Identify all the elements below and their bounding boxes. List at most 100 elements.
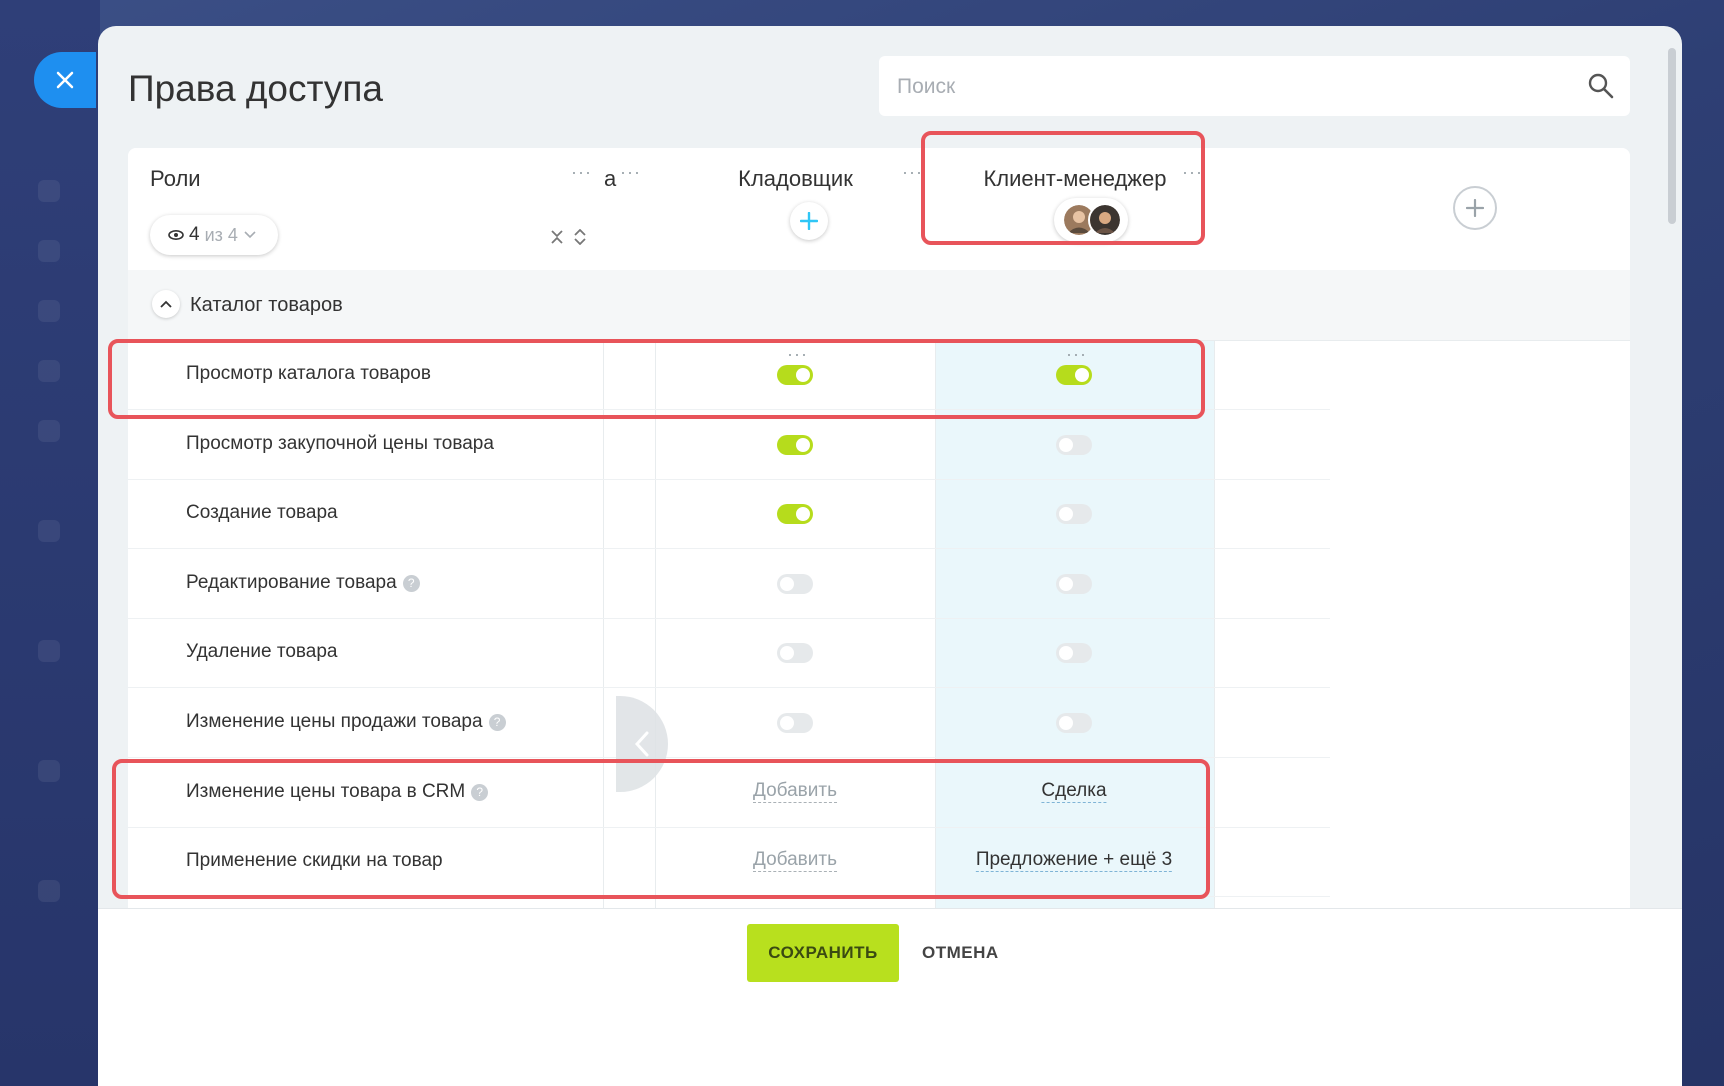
permission-row: Удаление товара <box>128 618 1330 689</box>
cancel-button[interactable]: ОТМЕНА <box>916 924 998 982</box>
plus-icon <box>800 212 818 230</box>
visible-roles-counter[interactable]: 4 из 4 <box>150 215 278 255</box>
permission-row: Изменение цены товара в CRM? Добавить Сдел… <box>128 758 1330 828</box>
toggle-knob <box>1059 576 1073 591</box>
permission-row: Изменение цены продажи товара? <box>128 688 1330 758</box>
plus-icon <box>1466 199 1484 217</box>
permission-label-text: Создание товара <box>186 502 338 524</box>
add-permission-link[interactable]: Добавить <box>753 849 837 873</box>
permission-toggle[interactable] <box>1056 573 1092 594</box>
roles-header: Роли ··· 4 из 4 а ··· Кладовщик ··· Клие… <box>128 148 1630 271</box>
add-member-button[interactable] <box>790 202 828 240</box>
permission-label: Просмотр закупочной цены товара <box>186 433 494 455</box>
permission-toggle[interactable] <box>1056 643 1092 664</box>
search-box <box>879 56 1630 118</box>
role-column-kladovshik: Кладовщик ··· <box>656 148 935 268</box>
permission-label: Применение скидки на товар <box>186 850 443 872</box>
toggle-knob <box>1059 507 1073 522</box>
role-column-klient-menedzher: Клиент-менеджер ··· <box>936 148 1214 268</box>
permission-label-text: Удаление товара <box>186 641 338 663</box>
eye-icon <box>168 230 184 240</box>
permission-row: Просмотр каталога товаров <box>128 340 1330 410</box>
chevron-left-icon <box>634 731 649 757</box>
help-icon[interactable]: ? <box>488 714 506 731</box>
avatar <box>1088 203 1122 237</box>
permission-label-text: Применение скидки на товар <box>186 850 443 872</box>
page-scrollbar[interactable] <box>1668 48 1676 224</box>
footer-bar: СОХРАНИТЬ ОТМЕНА <box>98 908 1682 1086</box>
permission-toggle[interactable] <box>777 504 813 525</box>
background-icon <box>38 180 60 202</box>
permission-toggle[interactable] <box>777 365 813 385</box>
page-title: Права доступа <box>128 68 383 109</box>
role-name-partial: а <box>604 166 617 191</box>
permission-value-link[interactable]: Предложение + ещё 3 <box>975 849 1173 873</box>
toggle-knob <box>1075 368 1089 382</box>
toggle-knob <box>780 576 794 591</box>
permission-label-text: Изменение цены продажи товара <box>186 711 483 732</box>
background-icon <box>38 300 60 322</box>
permissions-grid: Роли ··· 4 из 4 а ··· Кладовщик ··· Клие… <box>128 148 1630 1008</box>
permission-toggle[interactable] <box>777 643 813 664</box>
total-count: из 4 <box>204 224 238 245</box>
permission-toggle[interactable] <box>1056 713 1092 733</box>
background-icon <box>38 640 60 662</box>
permission-row: Просмотр закупочной цены товара <box>128 410 1330 480</box>
add-permission-link[interactable]: Добавить <box>753 780 837 803</box>
background-icon <box>38 880 60 902</box>
close-icon <box>56 71 74 89</box>
toggle-knob <box>1059 716 1073 730</box>
permission-label: Редактирование товара? <box>186 572 420 594</box>
section-header: Каталог товаров <box>128 270 1630 341</box>
permission-label-text: Изменение цены товара в CRM <box>186 780 466 802</box>
toggle-knob <box>780 716 794 730</box>
toggle-knob <box>796 437 810 452</box>
toggle-knob <box>796 507 810 522</box>
permission-label-text: Просмотр каталога товаров <box>186 363 431 384</box>
help-icon[interactable]: ? <box>402 574 420 592</box>
close-slider-button[interactable] <box>34 52 96 108</box>
chevron-down-icon <box>244 231 256 239</box>
permission-label: Просмотр каталога товаров <box>186 363 431 385</box>
permission-label: Изменение цены товара в CRM? <box>186 780 489 803</box>
role-menu-button[interactable]: ··· <box>1182 162 1203 183</box>
permission-label: Удаление товара <box>186 641 337 663</box>
permission-toggle[interactable] <box>777 434 813 455</box>
collapse-columns-icon[interactable] <box>549 229 565 245</box>
permission-label: Создание товара <box>186 502 338 524</box>
permission-label-text: Просмотр закупочной цены товара <box>186 432 494 454</box>
section-collapse-button[interactable] <box>152 290 180 318</box>
permission-label-text: Редактирование товара <box>186 571 397 593</box>
save-button[interactable]: СОХРАНИТЬ <box>747 924 899 982</box>
role-members[interactable] <box>1054 198 1128 242</box>
expand-columns-icon[interactable] <box>572 229 588 245</box>
toggle-knob <box>796 368 810 382</box>
permission-value-link[interactable]: Сделка <box>1041 780 1107 803</box>
chevron-up-icon <box>160 300 172 308</box>
role-column-partial: а ··· <box>604 148 655 268</box>
background-sidebar <box>0 0 100 1086</box>
permission-toggle[interactable] <box>1056 504 1092 525</box>
role-menu-button[interactable]: ··· <box>620 162 641 183</box>
background-icon <box>38 760 60 782</box>
help-icon[interactable]: ? <box>471 783 489 801</box>
add-role-button[interactable] <box>1453 186 1497 230</box>
background-icon <box>38 360 60 382</box>
section-title: Каталог товаров <box>190 294 343 316</box>
roles-menu-button[interactable]: ··· <box>571 162 592 183</box>
roles-label: Роли <box>150 166 201 191</box>
permission-toggle[interactable] <box>1056 434 1092 455</box>
permission-row: Редактирование товара? <box>128 549 1330 619</box>
permission-toggle[interactable] <box>777 573 813 594</box>
search-icon[interactable] <box>1586 71 1616 101</box>
background-icon <box>38 420 60 442</box>
role-menu-button[interactable]: ··· <box>902 162 923 183</box>
permission-toggle[interactable] <box>777 713 813 733</box>
permission-toggle[interactable] <box>1056 365 1092 385</box>
toggle-knob <box>1059 437 1073 452</box>
role-name: Клиент-менеджер <box>983 166 1167 191</box>
toggle-knob <box>1059 646 1073 661</box>
search-input[interactable] <box>879 56 1559 118</box>
background-icon <box>38 520 60 542</box>
permission-label: Изменение цены продажи товара? <box>186 711 506 733</box>
